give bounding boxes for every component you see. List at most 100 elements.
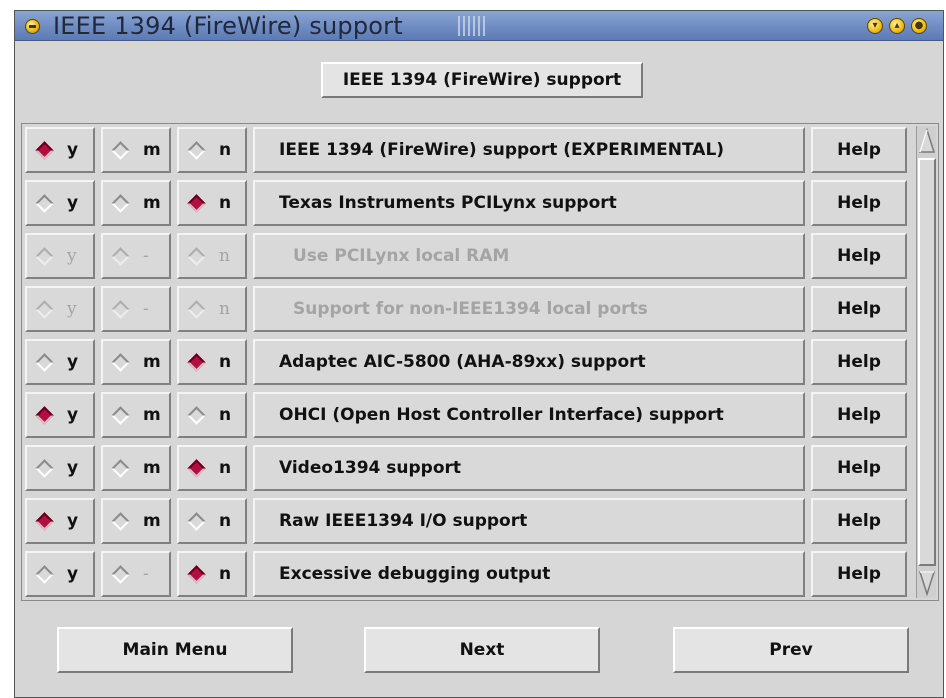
radio-unselected-icon — [111, 565, 130, 584]
radio-selected-icon — [187, 565, 206, 584]
close-icon[interactable]: ● — [911, 18, 927, 34]
option-n-radio[interactable]: n — [177, 180, 247, 226]
prev-button[interactable]: Prev — [673, 627, 909, 673]
help-button[interactable]: Help — [811, 498, 907, 544]
option-m-label: m — [143, 511, 161, 531]
help-button[interactable]: Help — [811, 127, 907, 173]
option-y-label: y — [67, 352, 79, 372]
option-m-label: - — [143, 246, 149, 266]
help-button[interactable]: Help — [811, 551, 907, 597]
radio-selected-icon — [35, 406, 54, 425]
scroll-down-arrow-icon[interactable] — [918, 568, 936, 598]
help-button[interactable]: Help — [811, 233, 907, 279]
option-y-label: y — [67, 246, 77, 266]
radio-unselected-icon — [187, 406, 206, 425]
option-y-radio[interactable]: y — [25, 551, 95, 597]
scroll-thumb[interactable] — [918, 158, 936, 566]
option-label: Raw IEEE1394 I/O support — [253, 498, 805, 544]
radio-unselected-icon — [111, 459, 130, 478]
option-n-label: n — [219, 140, 232, 160]
radio-selected-icon — [187, 353, 206, 372]
window-menu-icon[interactable] — [25, 19, 40, 34]
option-y-radio[interactable]: y — [25, 445, 95, 491]
option-n-radio: n — [177, 286, 247, 332]
vertical-scrollbar[interactable] — [916, 126, 936, 598]
option-m-label: - — [143, 299, 149, 319]
option-row: y m n Texas Instruments PCILynx support Help — [25, 180, 925, 228]
radio-unselected-icon — [111, 353, 130, 372]
maximize-icon[interactable]: ▴ — [889, 18, 905, 34]
radio-unselected-icon — [111, 247, 130, 266]
help-button[interactable]: Help — [811, 392, 907, 438]
help-button[interactable]: Help — [811, 339, 907, 385]
option-n-radio[interactable]: n — [177, 498, 247, 544]
titlebar-grip-icon — [458, 16, 486, 36]
option-y-radio[interactable]: y — [25, 180, 95, 226]
option-m-radio[interactable]: m — [101, 180, 171, 226]
option-y-label: y — [67, 299, 77, 319]
radio-unselected-icon — [111, 406, 130, 425]
option-y-label: y — [67, 564, 79, 584]
option-m-label: m — [143, 405, 161, 425]
option-n-radio[interactable]: n — [177, 339, 247, 385]
option-row: y m n IEEE 1394 (FireWire) support (EXPERIM… — [25, 127, 925, 175]
minimize-icon[interactable]: ▾ — [867, 18, 883, 34]
option-y-radio[interactable]: y — [25, 339, 95, 385]
option-y-radio[interactable]: y — [25, 127, 95, 173]
option-y-radio: y — [25, 233, 95, 279]
section-header-button[interactable]: IEEE 1394 (FireWire) support — [321, 62, 643, 98]
main-menu-button[interactable]: Main Menu — [57, 627, 293, 673]
option-m-label: - — [143, 564, 149, 584]
radio-unselected-icon — [111, 141, 130, 160]
option-n-label: n — [219, 246, 230, 266]
option-row: y - n Support for non-IEEE1394 local ports H… — [25, 286, 925, 334]
option-m-radio[interactable]: - — [101, 551, 171, 597]
radio-unselected-icon — [35, 194, 54, 213]
option-m-radio[interactable]: m — [101, 127, 171, 173]
radio-unselected-icon — [35, 300, 54, 319]
radio-unselected-icon — [187, 512, 206, 531]
option-label: Adaptec AIC-5800 (AHA-89xx) support — [253, 339, 805, 385]
option-label: OHCI (Open Host Controller Interface) su… — [253, 392, 805, 438]
radio-selected-icon — [35, 512, 54, 531]
help-button[interactable]: Help — [811, 445, 907, 491]
option-y-radio[interactable]: y — [25, 392, 95, 438]
help-button[interactable]: Help — [811, 286, 907, 332]
option-label: Use PCILynx local RAM — [253, 233, 805, 279]
option-n-radio[interactable]: n — [177, 392, 247, 438]
option-m-radio[interactable]: m — [101, 392, 171, 438]
option-n-radio[interactable]: n — [177, 551, 247, 597]
window-title: IEEE 1394 (FireWire) support — [53, 12, 403, 40]
option-n-label: n — [219, 299, 230, 319]
radio-unselected-icon — [35, 565, 54, 584]
option-n-radio[interactable]: n — [177, 127, 247, 173]
option-m-radio[interactable]: m — [101, 498, 171, 544]
next-button[interactable]: Next — [364, 627, 600, 673]
option-n-label: n — [219, 193, 232, 213]
option-row: y m n Video1394 support Help — [25, 445, 925, 493]
option-n-radio: n — [177, 233, 247, 279]
option-row: y m n Raw IEEE1394 I/O support Help — [25, 498, 925, 546]
option-y-label: y — [67, 511, 79, 531]
option-label: Texas Instruments PCILynx support — [253, 180, 805, 226]
option-y-label: y — [67, 458, 79, 478]
option-y-label: y — [67, 140, 79, 160]
radio-unselected-icon — [35, 459, 54, 478]
option-label: Support for non-IEEE1394 local ports — [253, 286, 805, 332]
radio-unselected-icon — [111, 194, 130, 213]
option-m-radio[interactable]: m — [101, 445, 171, 491]
option-n-label: n — [219, 458, 232, 478]
option-label: Video1394 support — [253, 445, 805, 491]
help-button[interactable]: Help — [811, 180, 907, 226]
option-m-label: m — [143, 458, 161, 478]
option-row: y m n OHCI (Open Host Controller Interface)… — [25, 392, 925, 440]
scroll-up-arrow-icon[interactable] — [918, 126, 936, 156]
option-m-radio[interactable]: m — [101, 339, 171, 385]
option-y-radio[interactable]: y — [25, 498, 95, 544]
option-n-label: n — [219, 511, 232, 531]
option-n-radio[interactable]: n — [177, 445, 247, 491]
options-panel: y m n IEEE 1394 (FireWire) support (EXPERIM… — [21, 123, 939, 601]
radio-unselected-icon — [35, 247, 54, 266]
title-bar[interactable]: IEEE 1394 (FireWire) support ▾ ▴ ● — [15, 11, 943, 41]
radio-selected-icon — [187, 194, 206, 213]
